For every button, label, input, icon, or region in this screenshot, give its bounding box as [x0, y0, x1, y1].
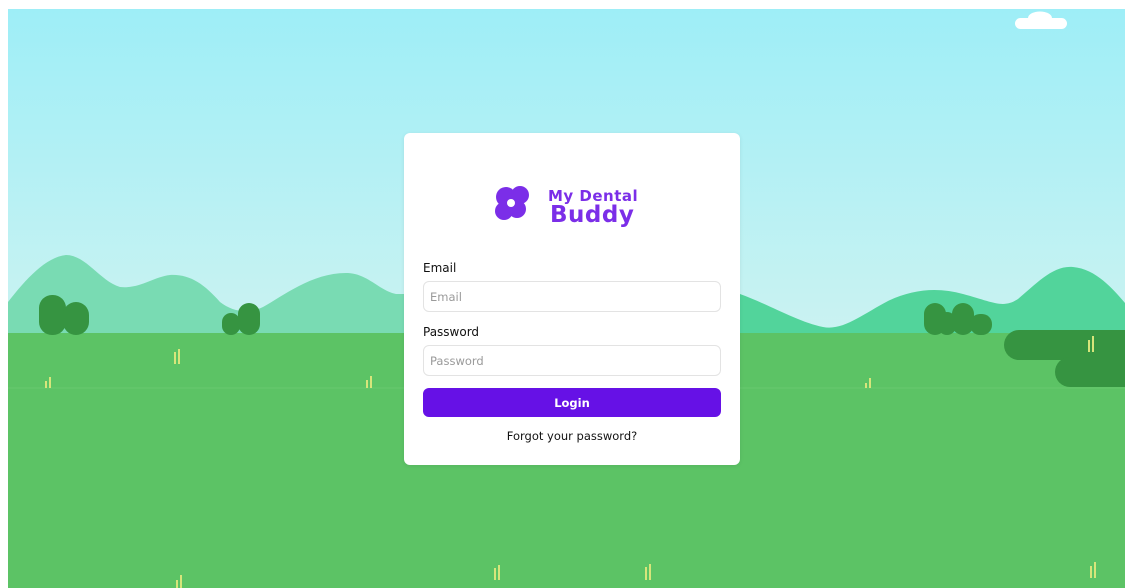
forgot-password-link[interactable]: Forgot your password? — [404, 429, 740, 443]
login-button[interactable]: Login — [423, 388, 721, 417]
logo-mark-icon — [495, 186, 529, 220]
email-input[interactable] — [423, 281, 721, 312]
app-viewport: My Dental Buddy Email Password Login For… — [8, 9, 1125, 588]
login-card: My Dental Buddy Email Password Login For… — [404, 133, 740, 465]
password-input[interactable] — [423, 345, 721, 376]
my-dental-buddy-logo: My Dental Buddy — [495, 186, 638, 228]
email-label: Email — [423, 261, 457, 275]
logo-wordmark-line2: Buddy — [550, 202, 634, 228]
password-label: Password — [423, 325, 480, 339]
